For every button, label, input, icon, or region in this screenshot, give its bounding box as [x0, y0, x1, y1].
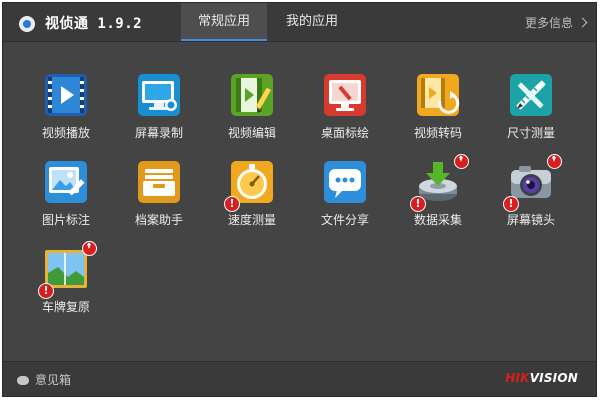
app-label: 图片标注: [41, 213, 90, 227]
tab-common-apps[interactable]: 常规应用: [181, 3, 267, 41]
more-info-label: 更多信息: [524, 16, 573, 30]
app-label: 尺寸测量: [506, 126, 555, 140]
app-desktop-annotate[interactable]: 桌面标绘: [310, 73, 380, 141]
download-badge-icon: [454, 154, 469, 169]
app-video-edit[interactable]: 视频编辑: [217, 73, 287, 141]
app-plate-restore[interactable]: ! 车牌复原: [31, 241, 101, 315]
warning-badge-icon: !: [224, 196, 240, 212]
app-archive-assistant[interactable]: 档案助手: [124, 160, 194, 228]
app-file-share[interactable]: 文件分享: [310, 160, 380, 228]
screen-lens-icon: !: [503, 154, 562, 212]
file-share-icon: [323, 160, 367, 204]
app-data-collect[interactable]: ! 数据采集: [403, 154, 473, 228]
warning-badge-icon: !: [503, 196, 519, 212]
app-video-play[interactable]: 视频播放: [31, 73, 101, 141]
app-label: 视频转码: [413, 126, 462, 140]
video-play-icon: [44, 73, 88, 117]
plate-restore-icon: !: [38, 241, 97, 299]
app-label: 文件分享: [320, 213, 369, 227]
app-label: 屏幕镜头: [506, 213, 555, 227]
data-collect-icon: !: [410, 154, 469, 212]
brand-logo: HIKVISION: [505, 371, 578, 385]
download-badge-icon: [82, 241, 97, 256]
app-size-measure[interactable]: 尺寸测量: [496, 73, 566, 141]
feedback-label: 意见箱: [35, 373, 72, 387]
app-label: 视频播放: [41, 126, 90, 140]
size-measure-icon: [509, 73, 553, 117]
app-image-annotate[interactable]: 图片标注: [31, 160, 101, 228]
warning-badge-icon: !: [410, 196, 426, 212]
app-screen-record[interactable]: 屏幕录制: [124, 73, 194, 141]
app-label: 速度测量: [227, 213, 276, 227]
app-video-transcode[interactable]: 视频转码: [403, 73, 473, 141]
download-badge-icon: [547, 154, 562, 169]
title-bar: 视侦通 1.9.2 常规应用 我的应用 更多信息: [3, 3, 596, 42]
app-label: 桌面标绘: [320, 126, 369, 140]
app-label: 数据采集: [413, 213, 462, 227]
screen-record-icon: [137, 73, 181, 117]
app-logo-icon: [19, 16, 35, 32]
speed-measure-icon: !: [224, 160, 274, 212]
video-edit-icon: [230, 73, 274, 117]
footer-bar: 意见箱 HIKVISION: [3, 361, 596, 396]
warning-badge-icon: !: [38, 283, 54, 299]
image-annotate-icon: [44, 160, 88, 204]
archive-assistant-icon: [137, 160, 181, 204]
app-label: 档案助手: [134, 213, 183, 227]
tab-my-apps[interactable]: 我的应用: [269, 3, 355, 41]
app-window: 视侦通 1.9.2 常规应用 我的应用 更多信息 视频播放 屏幕录制 视频编辑: [2, 2, 597, 397]
feedback-link[interactable]: 意见箱: [17, 371, 71, 388]
app-screen-lens[interactable]: ! 屏幕镜头: [496, 154, 566, 228]
app-label: 屏幕录制: [134, 126, 183, 140]
app-title: 视侦通 1.9.2: [45, 16, 143, 32]
chevron-right-icon: [577, 17, 588, 28]
chat-bubble-icon: [17, 376, 29, 385]
more-info-link[interactable]: 更多信息: [524, 14, 588, 31]
desktop-annotate-icon: [323, 73, 367, 117]
video-transcode-icon: [416, 73, 460, 117]
app-label: 车牌复原: [41, 300, 90, 314]
app-label: 视频编辑: [227, 126, 276, 140]
app-speed-measure[interactable]: ! 速度测量: [217, 160, 287, 228]
